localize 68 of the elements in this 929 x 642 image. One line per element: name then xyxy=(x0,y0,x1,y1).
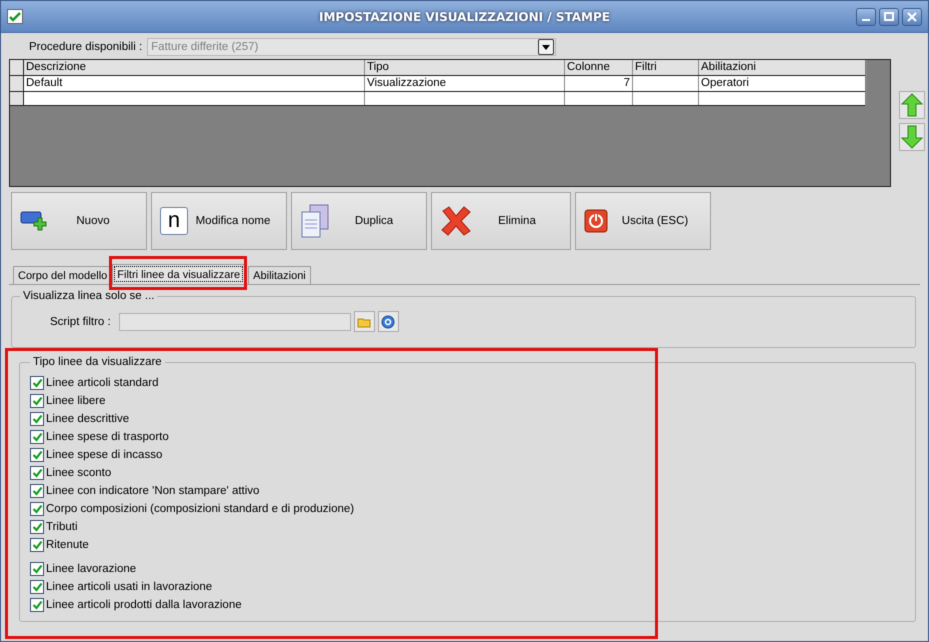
checkbox-label[interactable]: Linee con indicatore 'Non stampare' attivo xyxy=(46,485,260,497)
group-title: Tipo linee da visualizzare xyxy=(32,356,163,368)
column-header[interactable]: Descrizione xyxy=(24,60,365,75)
checkbox-label[interactable]: Linee spese di trasporto xyxy=(46,431,169,443)
help-icon xyxy=(381,314,396,328)
script-filter-label: Script filtro : xyxy=(50,316,111,328)
checkbox-label[interactable]: Linee articoli prodotti dalla lavorazione xyxy=(46,599,242,611)
checkbox-label[interactable]: Linee libere xyxy=(46,395,106,407)
group-title: Visualizza linea solo se ... xyxy=(22,290,156,302)
checkbox-label[interactable]: Linee spese di incasso xyxy=(46,449,162,461)
column-header[interactable]: Colonne xyxy=(565,60,633,75)
checkbox[interactable] xyxy=(30,430,44,444)
maximize-icon xyxy=(884,12,894,20)
minimize-icon xyxy=(862,18,870,20)
checkbox[interactable] xyxy=(30,466,44,480)
table-cell: Default xyxy=(24,76,365,91)
delete-button[interactable]: Elimina xyxy=(431,192,571,250)
table-row[interactable]: Default Visualizzazione 7 Operatori xyxy=(10,76,865,92)
help-button[interactable] xyxy=(378,311,399,332)
checkbox-label[interactable]: Linee descrittive xyxy=(46,413,130,425)
down-arrow-icon xyxy=(901,126,923,149)
rename-button[interactable]: n Modifica nome xyxy=(151,192,287,250)
checkbox[interactable] xyxy=(30,448,44,462)
checkbox-label[interactable]: Corpo composizioni (composizioni standard e di produzione) xyxy=(46,503,354,515)
checkbox[interactable] xyxy=(30,502,44,516)
column-header[interactable]: Tipo xyxy=(365,60,565,75)
tab[interactable]: Abilitazioni xyxy=(248,266,311,284)
monitor-plus-icon xyxy=(20,209,48,233)
close-button[interactable] xyxy=(902,8,922,26)
duplicate-button[interactable]: Duplica xyxy=(291,192,427,250)
new-button[interactable]: Nuovo xyxy=(11,192,147,250)
checkbox[interactable] xyxy=(30,394,44,408)
table-cell: Visualizzazione xyxy=(365,76,565,91)
checkbox[interactable] xyxy=(30,520,44,534)
checkbox[interactable] xyxy=(30,538,44,552)
checkbox[interactable] xyxy=(30,376,44,390)
window-title: IMPOSTAZIONE VISUALIZZAZIONI / STAMPE xyxy=(318,10,611,24)
table-cell: 7 xyxy=(565,76,633,91)
exit-button[interactable]: Uscita (ESC) xyxy=(575,192,711,250)
table-cell: Operatori xyxy=(699,76,867,91)
checkbox[interactable] xyxy=(30,484,44,498)
checkbox-label[interactable]: Linee articoli usati in lavorazione xyxy=(46,581,212,593)
checkbox-label[interactable]: Linee articoli standard xyxy=(46,377,159,389)
procedure-label: Procedure disponibili : xyxy=(29,41,142,53)
minimize-button[interactable] xyxy=(856,8,876,26)
power-icon xyxy=(584,209,608,233)
checkbox-label[interactable]: Ritenute xyxy=(46,539,89,551)
documents-icon xyxy=(300,204,330,238)
tab[interactable]: Filtri linee da visualizzare xyxy=(112,264,246,284)
checkbox[interactable] xyxy=(30,412,44,426)
up-arrow-icon xyxy=(901,93,923,116)
move-up-button[interactable] xyxy=(899,91,925,119)
close-icon xyxy=(907,12,917,22)
checkbox[interactable] xyxy=(30,562,44,576)
dropdown-caret-icon xyxy=(542,44,550,50)
folder-icon xyxy=(358,318,371,327)
letter-icon: n xyxy=(160,207,188,235)
cross-icon xyxy=(440,205,472,237)
move-down-button[interactable] xyxy=(899,123,925,151)
checkbox[interactable] xyxy=(30,580,44,594)
table-row[interactable] xyxy=(10,92,865,106)
checkbox-label[interactable]: Linee sconto xyxy=(46,467,112,479)
checkbox[interactable] xyxy=(30,598,44,612)
maximize-button[interactable] xyxy=(879,8,899,26)
column-header[interactable]: Filtri xyxy=(633,60,699,75)
checkbox-label[interactable]: Tributi xyxy=(46,521,78,533)
column-header[interactable]: Abilitazioni xyxy=(699,60,867,75)
checkbox-label[interactable]: Linee lavorazione xyxy=(46,563,136,575)
